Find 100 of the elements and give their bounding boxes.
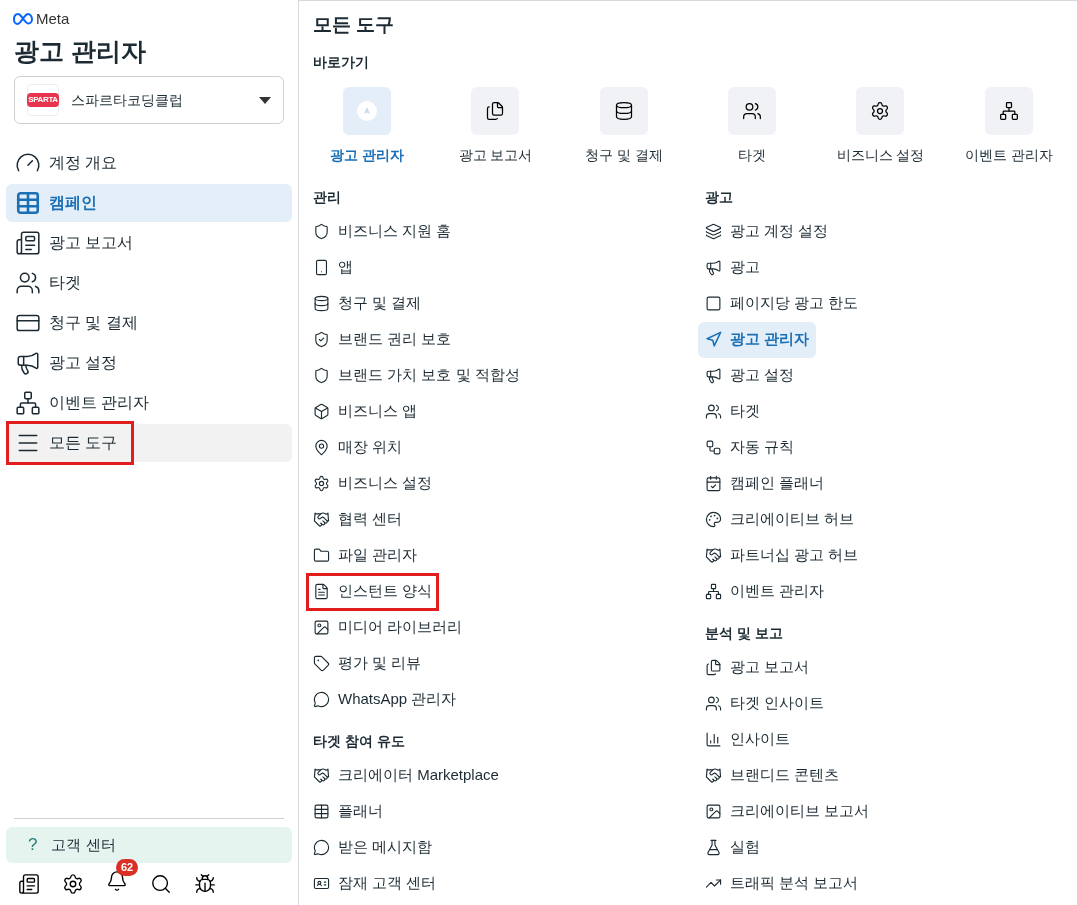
shield-icon bbox=[313, 223, 330, 240]
tool-label: 광고 보고서 bbox=[730, 657, 810, 678]
tool-item[interactable]: 트래픽 분석 보고서 bbox=[698, 865, 866, 902]
news-button[interactable] bbox=[18, 873, 40, 895]
bell-icon bbox=[106, 869, 128, 892]
tool-item[interactable]: 브랜드 권리 보호 bbox=[306, 321, 459, 358]
search-icon bbox=[150, 873, 172, 895]
people-icon bbox=[705, 695, 722, 712]
tool-label: 광고 관리자 bbox=[730, 329, 810, 350]
tool-item[interactable]: 타겟 bbox=[698, 393, 767, 430]
tool-item[interactable]: 비즈니스 지원 홈 bbox=[306, 213, 459, 250]
account-dropdown[interactable]: SPARTA 스파르타코딩클럽 bbox=[14, 76, 284, 124]
nav-item[interactable]: 광고 설정 bbox=[6, 344, 292, 382]
tool-item[interactable]: 광고 계정 설정 bbox=[698, 213, 836, 250]
shortcut-label: 이벤트 관리자 bbox=[964, 145, 1053, 165]
tool-label: 자동 규칙 bbox=[730, 437, 795, 458]
tool-item[interactable]: 광고 설정 bbox=[698, 357, 802, 394]
nav-item[interactable]: 광고 보고서 bbox=[6, 224, 292, 262]
tool-label: 페이지당 광고 한도 bbox=[730, 293, 859, 314]
tool-item[interactable]: 크리에이티브 보고서 bbox=[698, 793, 877, 830]
nav-item[interactable]: 타겟 bbox=[6, 264, 292, 302]
tool-item[interactable]: 광고 bbox=[698, 249, 767, 286]
tool-item[interactable]: 인사이트 bbox=[698, 721, 797, 758]
tool-label: 광고 설정 bbox=[730, 365, 795, 386]
tool-label: 캠페인 플래너 bbox=[730, 473, 825, 494]
settings-icon bbox=[313, 475, 330, 492]
palette-icon bbox=[705, 511, 722, 528]
shortcut-tile[interactable]: 광고 보고서 bbox=[431, 86, 560, 166]
search-button[interactable] bbox=[150, 873, 172, 895]
tool-label: 타겟 인사이트 bbox=[730, 693, 825, 714]
report-icon bbox=[485, 100, 506, 121]
tool-item[interactable]: 받은 메시지함 bbox=[306, 829, 440, 866]
tool-item[interactable]: 파트너십 광고 허브 bbox=[698, 537, 866, 574]
nav-item[interactable]: 캠페인 bbox=[6, 184, 292, 222]
shortcut-label: 타겟 bbox=[738, 145, 767, 165]
layers-icon bbox=[705, 223, 722, 240]
tool-label: 트래픽 분석 보고서 bbox=[730, 873, 859, 894]
nav-label: 청구 및 결제 bbox=[49, 313, 138, 333]
tool-item[interactable]: 이벤트 관리자 bbox=[698, 573, 832, 610]
debug-button[interactable] bbox=[194, 873, 216, 895]
tool-label: 광고 bbox=[730, 257, 760, 278]
tool-item[interactable]: WhatsApp 관리자 bbox=[306, 681, 464, 718]
tool-item[interactable]: 평가 및 리뷰 bbox=[306, 645, 429, 682]
megaphone-icon bbox=[705, 367, 722, 384]
shortcut-tile[interactable]: 광고 관리자 bbox=[303, 86, 432, 166]
tool-item[interactable]: 미디어 라이브러리 bbox=[306, 609, 470, 646]
tool-item[interactable]: 브랜드 가치 보호 및 적합성 bbox=[306, 357, 527, 394]
tool-label: 매장 위치 bbox=[338, 437, 403, 458]
tool-item[interactable]: 광고 보고서 bbox=[698, 649, 817, 686]
section-heading: 타겟 참여 유도 bbox=[312, 732, 406, 751]
newspaper-icon bbox=[18, 873, 40, 895]
people-icon bbox=[15, 270, 41, 296]
tag-icon bbox=[313, 655, 330, 672]
nav-item[interactable]: 계정 개요 bbox=[6, 144, 292, 182]
settings-icon bbox=[870, 100, 891, 121]
handshake-icon bbox=[313, 767, 330, 784]
tool-item[interactable]: 협력 센터 bbox=[306, 501, 410, 538]
tool-item[interactable]: 플래너 bbox=[306, 793, 390, 830]
tool-item[interactable]: 비즈니스 설정 bbox=[306, 465, 440, 502]
nodes-icon bbox=[705, 583, 722, 600]
tool-item[interactable]: 인스턴트 양식 bbox=[306, 573, 440, 610]
shortcut-tile[interactable]: 타겟 bbox=[688, 86, 817, 166]
notifications-button[interactable] bbox=[106, 869, 128, 892]
report-icon bbox=[15, 230, 41, 256]
tool-item[interactable]: 비즈니스 앱 bbox=[306, 393, 425, 430]
help-center-button[interactable]: ? 고객 센터 bbox=[6, 827, 292, 863]
section-heading: 바로가기 bbox=[312, 52, 370, 72]
tool-label: 실험 bbox=[730, 837, 760, 858]
tool-item[interactable]: 페이지당 광고 한도 bbox=[698, 285, 866, 322]
shortcut-tile[interactable]: 이벤트 관리자 bbox=[944, 86, 1073, 166]
tool-item[interactable]: 크리에이티브 허브 bbox=[698, 501, 862, 538]
shortcut-tile[interactable]: 비즈니스 설정 bbox=[816, 86, 945, 166]
nav-item[interactable]: 청구 및 결제 bbox=[6, 304, 292, 342]
tool-item[interactable]: 캠페인 플래너 bbox=[698, 465, 832, 502]
nav-item[interactable]: 모든 도구 bbox=[6, 424, 292, 462]
handshake-icon bbox=[705, 767, 722, 784]
page-title: 모든 도구 bbox=[312, 13, 396, 37]
tool-item[interactable]: 크리에이터 Marketplace bbox=[306, 757, 506, 794]
handshake-icon bbox=[705, 547, 722, 564]
tool-label: 크리에이티브 보고서 bbox=[730, 801, 870, 822]
tool-item[interactable]: 브랜디드 콘텐츠 bbox=[698, 757, 847, 794]
nav-label: 캠페인 bbox=[49, 193, 97, 213]
nav-label: 타겟 bbox=[49, 273, 81, 293]
tool-label: 인스턴트 양식 bbox=[338, 581, 433, 602]
table-icon bbox=[15, 190, 41, 216]
tool-item[interactable]: 파일 관리자 bbox=[306, 537, 425, 574]
shortcut-label: 청구 및 결제 bbox=[584, 145, 663, 165]
nav-item[interactable]: 이벤트 관리자 bbox=[6, 384, 292, 422]
tool-label: 이벤트 관리자 bbox=[730, 581, 825, 602]
tool-item[interactable]: 청구 및 결제 bbox=[306, 285, 429, 322]
tool-item[interactable]: 매장 위치 bbox=[306, 429, 410, 466]
shortcut-tile[interactable]: 청구 및 결제 bbox=[559, 86, 688, 166]
tool-label: WhatsApp 관리자 bbox=[338, 689, 457, 710]
tool-item[interactable]: 앱 bbox=[306, 249, 360, 286]
tool-item[interactable]: 광고 관리자 bbox=[698, 321, 817, 358]
tool-item[interactable]: 타겟 인사이트 bbox=[698, 685, 832, 722]
tool-item[interactable]: 자동 규칙 bbox=[698, 429, 802, 466]
tool-item[interactable]: 잠재 고객 센터 bbox=[306, 865, 444, 902]
settings-button[interactable] bbox=[62, 873, 84, 895]
tool-item[interactable]: 실험 bbox=[698, 829, 767, 866]
